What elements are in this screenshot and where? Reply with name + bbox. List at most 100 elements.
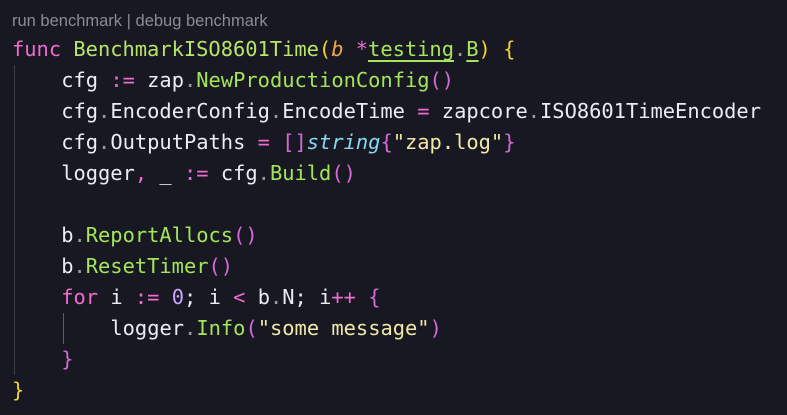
dot: . [184, 316, 197, 340]
indent-guide [12, 189, 61, 220]
comma: , [134, 161, 148, 185]
var-i: i [110, 285, 123, 309]
indent-guide [12, 127, 61, 158]
code-line-7[interactable]: b.ReportAllocs() [12, 220, 761, 251]
call-info: Info [196, 316, 246, 340]
close-brace: } [503, 130, 516, 154]
indent-guide [12, 65, 61, 96]
indent-guide [12, 96, 61, 127]
indent-guide [12, 158, 61, 189]
code-line-12[interactable]: } [12, 375, 761, 406]
var-cfg: cfg [61, 99, 99, 123]
codelens: run benchmark | debug benchmark [12, 10, 268, 32]
string-zap-log: "zap.log" [392, 130, 504, 154]
debug-benchmark-link[interactable]: debug benchmark [136, 12, 268, 30]
dot: . [269, 285, 283, 309]
keyword-func: func [12, 37, 62, 61]
indent-guide-active [61, 313, 110, 344]
var-cfg: cfg [61, 68, 99, 92]
call-report-allocs: ReportAllocs [85, 223, 234, 247]
increment-op: ++ [331, 285, 356, 309]
package-zap: zap [147, 68, 184, 92]
indent-guide [12, 282, 61, 313]
var-cfg: cfg [61, 130, 99, 154]
param-b: b [331, 37, 344, 61]
open-paren: ( [245, 316, 258, 340]
var-blank: _ [159, 161, 172, 185]
field-encode-time: EncodeTime [282, 99, 405, 123]
indent-guide [12, 251, 61, 282]
value-iso8601-time-encoder: ISO8601TimeEncoder [540, 99, 761, 123]
assign-op: := [110, 68, 135, 92]
string-some-message: "some message" [257, 316, 430, 340]
number-zero: 0 [171, 285, 184, 309]
code-editor[interactable]: run benchmark | debug benchmark func Ben… [0, 0, 787, 415]
parens: () [233, 223, 258, 247]
codelens-separator: | [122, 12, 136, 30]
dot: . [98, 99, 111, 123]
var-logger: logger [110, 316, 185, 340]
indent-guide [12, 220, 61, 251]
close-paren: ) [478, 37, 491, 61]
assign-op: = [257, 130, 270, 154]
code-line-9[interactable]: for i := 0; i < b.N; i++ { [12, 282, 761, 313]
assign-op: := [183, 161, 209, 185]
code-line-5[interactable]: logger, _ := cfg.Build() [12, 158, 761, 189]
keyword-for: for [61, 285, 99, 309]
dot: . [527, 99, 541, 123]
dot: . [73, 223, 86, 247]
semicolon: ; [184, 285, 197, 309]
var-cfg: cfg [220, 161, 258, 185]
dot: . [184, 68, 197, 92]
field-encoder-config: EncoderConfig [110, 99, 270, 123]
code-line-1[interactable]: func BenchmarkISO8601Time(b *testing.B) … [12, 34, 761, 65]
function-name: BenchmarkISO8601Time [73, 37, 319, 61]
assign-op: = [417, 99, 430, 123]
indent-guide [12, 313, 61, 344]
open-paren: ( [318, 37, 332, 61]
parens: () [331, 161, 356, 185]
code-line-4[interactable]: cfg.OutputPaths = []string{"zap.log"} [12, 127, 761, 158]
code-line-6[interactable] [12, 189, 761, 220]
close-brace: } [12, 378, 25, 402]
assign-op: := [134, 285, 160, 309]
semicolon: ; [294, 285, 307, 309]
field-output-paths: OutputPaths [110, 130, 246, 154]
type-B: B [466, 37, 479, 61]
call-new-production-config: NewProductionConfig [196, 68, 430, 92]
open-brace: { [503, 37, 516, 61]
indent-guide [12, 344, 61, 375]
pointer-star: * [355, 37, 369, 61]
var-i: i [208, 285, 221, 309]
code-area[interactable]: func BenchmarkISO8601Time(b *testing.B) … [12, 34, 761, 406]
var-b: b [257, 285, 270, 309]
var-b: b [61, 254, 74, 278]
dot: . [257, 161, 270, 185]
dot: . [453, 37, 467, 61]
code-line-10[interactable]: logger.Info("some message") [12, 313, 761, 344]
parens: () [429, 68, 455, 92]
parens: () [208, 254, 234, 278]
var-i: i [319, 285, 332, 309]
code-line-3[interactable]: cfg.EncoderConfig.EncodeTime = zapcore.I… [12, 96, 761, 127]
close-brace: } [61, 347, 74, 371]
dot: . [98, 130, 111, 154]
var-b: b [61, 223, 74, 247]
type-string: string [306, 130, 381, 154]
package-testing: testing [368, 37, 454, 61]
open-brace: { [380, 130, 393, 154]
package-zapcore: zapcore [441, 99, 528, 123]
open-brace: { [368, 285, 381, 309]
code-line-11[interactable]: } [12, 344, 761, 375]
close-paren: ) [429, 316, 442, 340]
run-benchmark-link[interactable]: run benchmark [12, 12, 122, 30]
code-line-2[interactable]: cfg := zap.NewProductionConfig() [12, 65, 761, 96]
field-N: N [282, 285, 295, 309]
var-logger: logger [61, 161, 135, 185]
slice-brackets: [] [282, 130, 307, 154]
code-line-8[interactable]: b.ResetTimer() [12, 251, 761, 282]
dot: . [73, 254, 86, 278]
less-than-op: < [233, 285, 246, 309]
call-build: Build [269, 161, 332, 185]
call-reset-timer: ResetTimer [85, 254, 209, 278]
